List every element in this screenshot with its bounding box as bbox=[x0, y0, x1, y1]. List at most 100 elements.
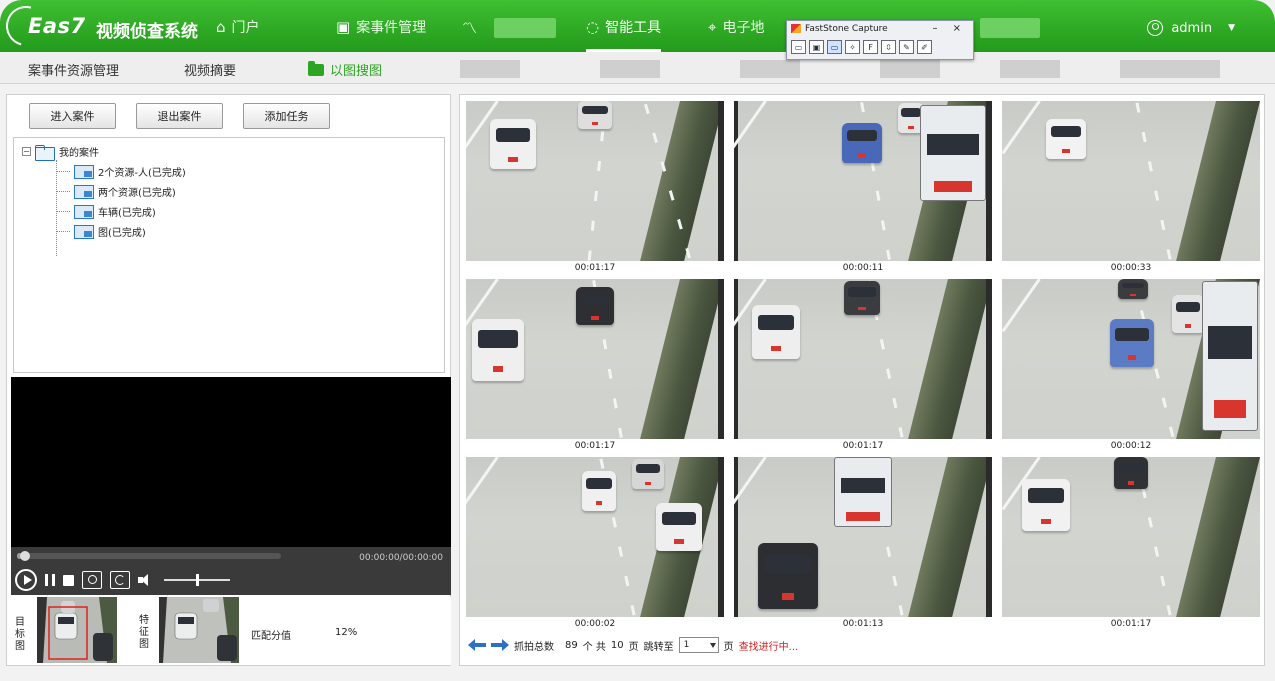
volume-icon[interactable] bbox=[138, 573, 154, 587]
collapse-icon[interactable]: − bbox=[22, 147, 31, 156]
result-thumbnail[interactable] bbox=[1002, 457, 1260, 617]
vehicle bbox=[582, 471, 616, 511]
search-status: 查找进行中... bbox=[738, 641, 799, 653]
redacted-tab bbox=[1120, 60, 1220, 78]
nav-electronic-map-label: 电子地 bbox=[722, 20, 765, 36]
pause-icon[interactable] bbox=[45, 574, 55, 586]
enter-case-button[interactable]: 进入案件 bbox=[29, 103, 116, 129]
faststone-title-text: FastStone Capture bbox=[805, 24, 888, 34]
loop-icon[interactable] bbox=[110, 571, 130, 589]
capture-output-icon[interactable]: ✎ bbox=[899, 40, 914, 54]
case-actions: 进入案件 退出案件 添加任务 bbox=[29, 103, 330, 129]
tab-case-resources[interactable]: 案事件资源管理 bbox=[28, 60, 119, 79]
result-item[interactable]: 00:01:17 bbox=[466, 279, 724, 457]
result-timestamp: 00:01:17 bbox=[574, 441, 616, 451]
result-thumbnail[interactable] bbox=[1002, 279, 1260, 439]
nav-electronic-map[interactable]: ⌖ 电子地 bbox=[708, 14, 764, 40]
capture-freehand-icon[interactable]: ✧ bbox=[845, 40, 860, 54]
tree-item[interactable]: 图(已完成) bbox=[56, 224, 146, 239]
tab-image-search[interactable]: 以图搜图 bbox=[308, 60, 382, 79]
truck bbox=[834, 457, 892, 527]
film-icon: ▣ bbox=[336, 18, 351, 36]
vehicle bbox=[656, 503, 702, 551]
vehicle bbox=[1114, 457, 1148, 489]
result-item[interactable]: 00:00:02 bbox=[466, 457, 724, 635]
tree-item[interactable]: 2个资源-人(已完成) bbox=[56, 164, 186, 179]
result-item[interactable]: 00:00:11 bbox=[734, 101, 992, 279]
result-item[interactable]: 00:01:17 bbox=[734, 279, 992, 457]
play-icon[interactable] bbox=[15, 569, 37, 591]
target-image-label: 目标图 bbox=[15, 617, 25, 652]
capture-fullscreen-icon[interactable]: F bbox=[863, 40, 878, 54]
result-thumbnail[interactable] bbox=[466, 279, 724, 439]
snapshot-icon[interactable] bbox=[82, 571, 102, 589]
capture-window-icon[interactable]: ▭ bbox=[791, 40, 806, 54]
frame-border bbox=[718, 101, 724, 261]
nav-smart-tools-label: 智能工具 bbox=[605, 20, 662, 36]
result-thumbnail[interactable] bbox=[1002, 101, 1260, 261]
result-thumbnail[interactable] bbox=[466, 457, 724, 617]
nav-home[interactable]: ⌂ 门户 bbox=[216, 14, 260, 40]
case-tree: − 我的案件 2个资源-人(已完成) 两个资源(已完成) 车辆(已完成) 图(已… bbox=[13, 137, 445, 373]
video-progress-knob[interactable] bbox=[20, 551, 31, 561]
tree-branch bbox=[56, 211, 70, 212]
tree-item[interactable]: 两个资源(已完成) bbox=[56, 184, 176, 199]
tab-video-summary[interactable]: 视频摘要 bbox=[184, 60, 236, 79]
prev-page-icon[interactable] bbox=[468, 639, 486, 651]
video-timecode: 00:00:00/00:00:00 bbox=[359, 553, 443, 563]
stop-icon[interactable] bbox=[63, 574, 74, 586]
swirl-icon: ◌ bbox=[586, 18, 600, 36]
video-controls: 00:00:00/00:00:00 bbox=[11, 547, 451, 595]
tree-item-label: 两个资源(已完成) bbox=[98, 188, 176, 199]
roadside-grass bbox=[1176, 101, 1260, 261]
next-page-icon[interactable] bbox=[491, 639, 509, 651]
add-task-button[interactable]: 添加任务 bbox=[243, 103, 330, 129]
top-navigation-bar: Eas7 视频侦查系统 ⌂ 门户 ▣ 案事件管理 〽 ◌ 智能工具 ⌖ 电子地 … bbox=[0, 0, 1275, 54]
page-select[interactable]: 1 bbox=[678, 637, 719, 653]
case-folder-icon bbox=[74, 164, 94, 179]
user-name: admin bbox=[1171, 20, 1213, 36]
nav-smart-tools[interactable]: ◌ 智能工具 bbox=[586, 14, 662, 52]
volume-slider[interactable] bbox=[164, 574, 230, 586]
app-title: 视频侦查系统 bbox=[96, 22, 198, 42]
nav-case-management[interactable]: ▣ 案事件管理 bbox=[336, 14, 426, 40]
result-item[interactable]: 00:01:17 bbox=[1002, 457, 1260, 635]
capture-rectangle-icon[interactable]: ▭ bbox=[827, 40, 842, 54]
result-thumbnail[interactable] bbox=[734, 457, 992, 617]
truck bbox=[1202, 281, 1258, 431]
tree-branch bbox=[56, 231, 70, 232]
page-count: 10 bbox=[610, 639, 624, 651]
user-menu[interactable]: admin ▼ bbox=[1147, 20, 1235, 36]
faststone-capture-toolbar[interactable]: FastStone Capture – × ▭ ▣ ▭ ✧ F ⇳ ✎ ✐ bbox=[786, 20, 974, 60]
faststone-window-controls[interactable]: – × bbox=[932, 21, 967, 37]
video-progress-bar[interactable] bbox=[17, 551, 281, 561]
result-timestamp: 00:01:17 bbox=[574, 263, 616, 273]
folder-open-icon bbox=[35, 144, 55, 161]
result-item[interactable]: 00:01:17 bbox=[466, 101, 724, 279]
tree-item[interactable]: 车辆(已完成) bbox=[56, 204, 156, 219]
result-timestamp: 00:00:11 bbox=[842, 263, 884, 273]
feature-image-label: 特征图 bbox=[139, 615, 149, 650]
vehicle bbox=[576, 287, 614, 325]
result-thumbnail[interactable] bbox=[734, 279, 992, 439]
video-player-screen[interactable] bbox=[11, 377, 451, 547]
volume-knob[interactable] bbox=[196, 574, 199, 586]
vehicle bbox=[472, 319, 524, 381]
capture-settings-icon[interactable]: ✐ bbox=[917, 40, 932, 54]
lane-marking bbox=[1135, 102, 1172, 260]
capture-scrolling-icon[interactable]: ⇳ bbox=[881, 40, 896, 54]
tree-root[interactable]: − 我的案件 bbox=[22, 144, 99, 161]
vehicle bbox=[490, 119, 536, 169]
capture-object-icon[interactable]: ▣ bbox=[809, 40, 824, 54]
result-thumbnail[interactable] bbox=[734, 101, 992, 261]
exit-case-button[interactable]: 退出案件 bbox=[136, 103, 223, 129]
nav-case-management-label: 案事件管理 bbox=[356, 20, 427, 36]
result-item[interactable]: 00:00:33 bbox=[1002, 101, 1260, 279]
tree-item-label: 车辆(已完成) bbox=[98, 208, 156, 219]
result-thumbnail[interactable] bbox=[466, 101, 724, 261]
nav-statistics[interactable]: 〽 bbox=[462, 14, 477, 40]
redacted-nav-item bbox=[494, 18, 556, 38]
result-item[interactable]: 00:00:12 bbox=[1002, 279, 1260, 457]
user-icon bbox=[1147, 20, 1164, 36]
result-item[interactable]: 00:01:13 bbox=[734, 457, 992, 635]
